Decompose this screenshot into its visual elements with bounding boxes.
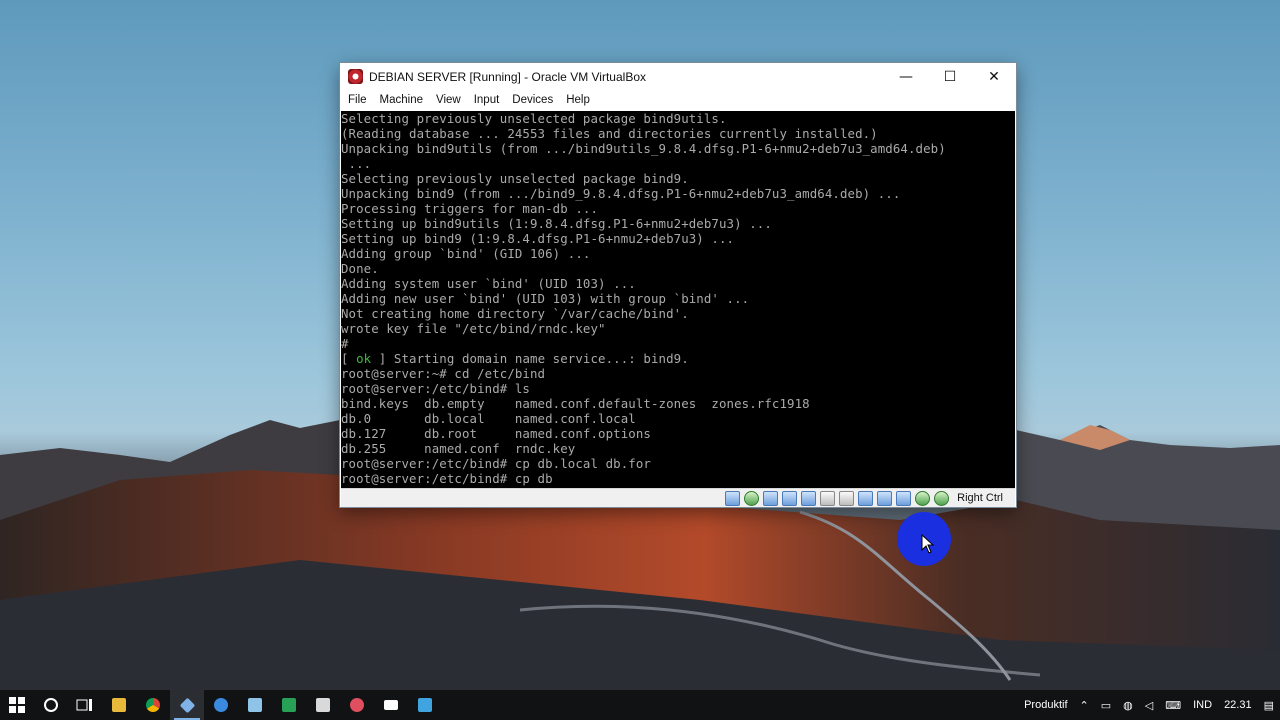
keyboard-icon[interactable] [934, 490, 950, 506]
taskbar-app-paint[interactable] [340, 690, 374, 720]
cpu-icon[interactable] [896, 490, 912, 506]
taskbar-app-blue[interactable] [204, 690, 238, 720]
console-line: Setting up bind9utils (1:9.8.4.dfsg.P1-6… [341, 216, 772, 231]
maximize-button[interactable]: ☐ [928, 63, 972, 90]
ok-status: ok [356, 351, 372, 366]
taskbar-virtualbox[interactable] [170, 690, 204, 720]
console-line: bind.keys db.empty named.conf.default-zo… [341, 396, 810, 411]
app-icon-media [316, 698, 330, 712]
console-line: Unpacking bind9 (from .../bind9_9.8.4.df… [341, 186, 901, 201]
window-titlebar[interactable]: DEBIAN SERVER [Running] - Oracle VM Virt… [340, 63, 1016, 90]
console-line-current: root@server:/etc/bind# cp db [341, 471, 553, 486]
console-line: Not creating home directory `/var/cache/… [341, 306, 689, 321]
taskbar-app-media[interactable] [306, 690, 340, 720]
menu-machine[interactable]: Machine [380, 94, 423, 106]
language-indicator[interactable]: IND [1193, 699, 1212, 711]
app-icon-network [248, 698, 262, 712]
usb-icon[interactable] [801, 490, 817, 506]
hard-disk-icon[interactable] [725, 490, 741, 506]
menu-file[interactable]: File [348, 94, 367, 106]
menu-devices[interactable]: Devices [512, 94, 553, 106]
virtualbox-window[interactable]: DEBIAN SERVER [Running] - Oracle VM Virt… [340, 63, 1016, 507]
console-line: Adding system user `bind' (UID 103) ... [341, 276, 636, 291]
menu-bar: File Machine View Input Devices Help [340, 90, 1016, 110]
windows-start-icon [9, 697, 25, 713]
audio-icon[interactable] [763, 490, 779, 506]
console-line: db.127 db.root named.conf.options [341, 426, 651, 441]
file-explorer-icon [112, 698, 126, 712]
console-line: Selecting previously unselected package … [341, 171, 689, 186]
start-button[interactable] [0, 690, 34, 720]
keyboard-icon[interactable]: ⌨ [1165, 699, 1181, 712]
photos-icon [418, 698, 432, 712]
mail-icon [384, 700, 398, 710]
console-line: root@server:/etc/bind# cp db.local db.fo… [341, 456, 651, 471]
ok-line-text: ] Starting domain name service...: bind9… [371, 351, 689, 366]
close-button[interactable]: ✕ [972, 63, 1016, 90]
virtualbox-app-icon [348, 69, 363, 84]
console-line: Adding new user `bind' (UID 103) with gr… [341, 291, 750, 306]
system-tray: Produktif ⌃ ▭ ◍ ◁ ⌨ IND 22.31 ▤ [1018, 690, 1280, 720]
cortana-button[interactable] [34, 690, 68, 720]
mouse-integration-icon[interactable] [915, 490, 931, 506]
video-capture-icon[interactable] [858, 490, 874, 506]
display-icon[interactable] [839, 490, 855, 506]
console-line: wrote key file "/etc/bind/rndc.key" [341, 321, 606, 336]
menu-view[interactable]: View [436, 94, 461, 106]
task-view-icon [76, 699, 92, 711]
taskbar-chrome[interactable] [136, 690, 170, 720]
app-icon-green [282, 698, 296, 712]
battery-icon[interactable]: ▭ [1101, 699, 1111, 712]
console-line: Setting up bind9 (1:9.8.4.dfsg.P1-6+nmu2… [341, 231, 735, 246]
taskbar-app-green[interactable] [272, 690, 306, 720]
toolbar-label[interactable]: Produktif [1024, 699, 1067, 711]
task-view-button[interactable] [68, 690, 102, 720]
windows-taskbar: Produktif ⌃ ▭ ◍ ◁ ⌨ IND 22.31 ▤ [0, 690, 1280, 720]
console-line: Processing triggers for man-db ... [341, 201, 599, 216]
volume-icon[interactable]: ◁ [1145, 699, 1153, 712]
app-icon-blue [214, 698, 228, 712]
minimize-button[interactable]: — [884, 63, 928, 90]
menu-input[interactable]: Input [474, 94, 500, 106]
console-line: Done. [341, 261, 379, 276]
network-icon[interactable] [782, 490, 798, 506]
host-key-label: Right Ctrl [957, 492, 1003, 504]
console-line: Selecting previously unselected package … [341, 111, 727, 126]
taskbar-file-explorer[interactable] [102, 690, 136, 720]
console-line: Unpacking bind9utils (from .../bind9util… [341, 141, 946, 156]
ok-bracket-open: [ [341, 351, 357, 366]
optical-drive-icon[interactable] [744, 490, 760, 506]
console-line: # [341, 336, 349, 351]
vm-console-screen[interactable]: Selecting previously unselected package … [341, 111, 1015, 488]
network-icon[interactable]: ◍ [1123, 699, 1133, 712]
console-line: root@server:~# cd /etc/bind [341, 366, 546, 381]
console-line: root@server:/etc/bind# ls [341, 381, 530, 396]
taskbar-mail[interactable] [374, 690, 408, 720]
chevron-up-icon[interactable]: ⌃ [1080, 699, 1089, 712]
console-line: Adding group `bind' (GID 106) ... [341, 246, 591, 261]
notification-icon[interactable]: ▤ [1264, 699, 1274, 712]
console-line: db.0 db.local named.conf.local [341, 411, 636, 426]
console-line-ok-status: [ ok ] Starting domain name service...: … [341, 351, 1015, 366]
chrome-icon [146, 698, 160, 712]
window-title: DEBIAN SERVER [Running] - Oracle VM Virt… [369, 69, 646, 84]
vm-statusbar: Right Ctrl [341, 488, 1015, 507]
cortana-icon [44, 698, 58, 712]
console-line: db.255 named.conf rndc.key [341, 441, 576, 456]
console-line: (Reading database ... 24553 files and di… [341, 126, 878, 141]
recording-icon[interactable] [877, 490, 893, 506]
app-icon-paint [350, 698, 364, 712]
taskbar-photos[interactable] [408, 690, 442, 720]
shared-folder-icon[interactable] [820, 490, 836, 506]
console-line: ... [341, 156, 372, 171]
mouse-pointer-icon [921, 534, 935, 554]
clock[interactable]: 22.31 [1224, 699, 1252, 711]
virtualbox-icon [179, 697, 195, 713]
taskbar-app-network[interactable] [238, 690, 272, 720]
menu-help[interactable]: Help [566, 94, 590, 106]
